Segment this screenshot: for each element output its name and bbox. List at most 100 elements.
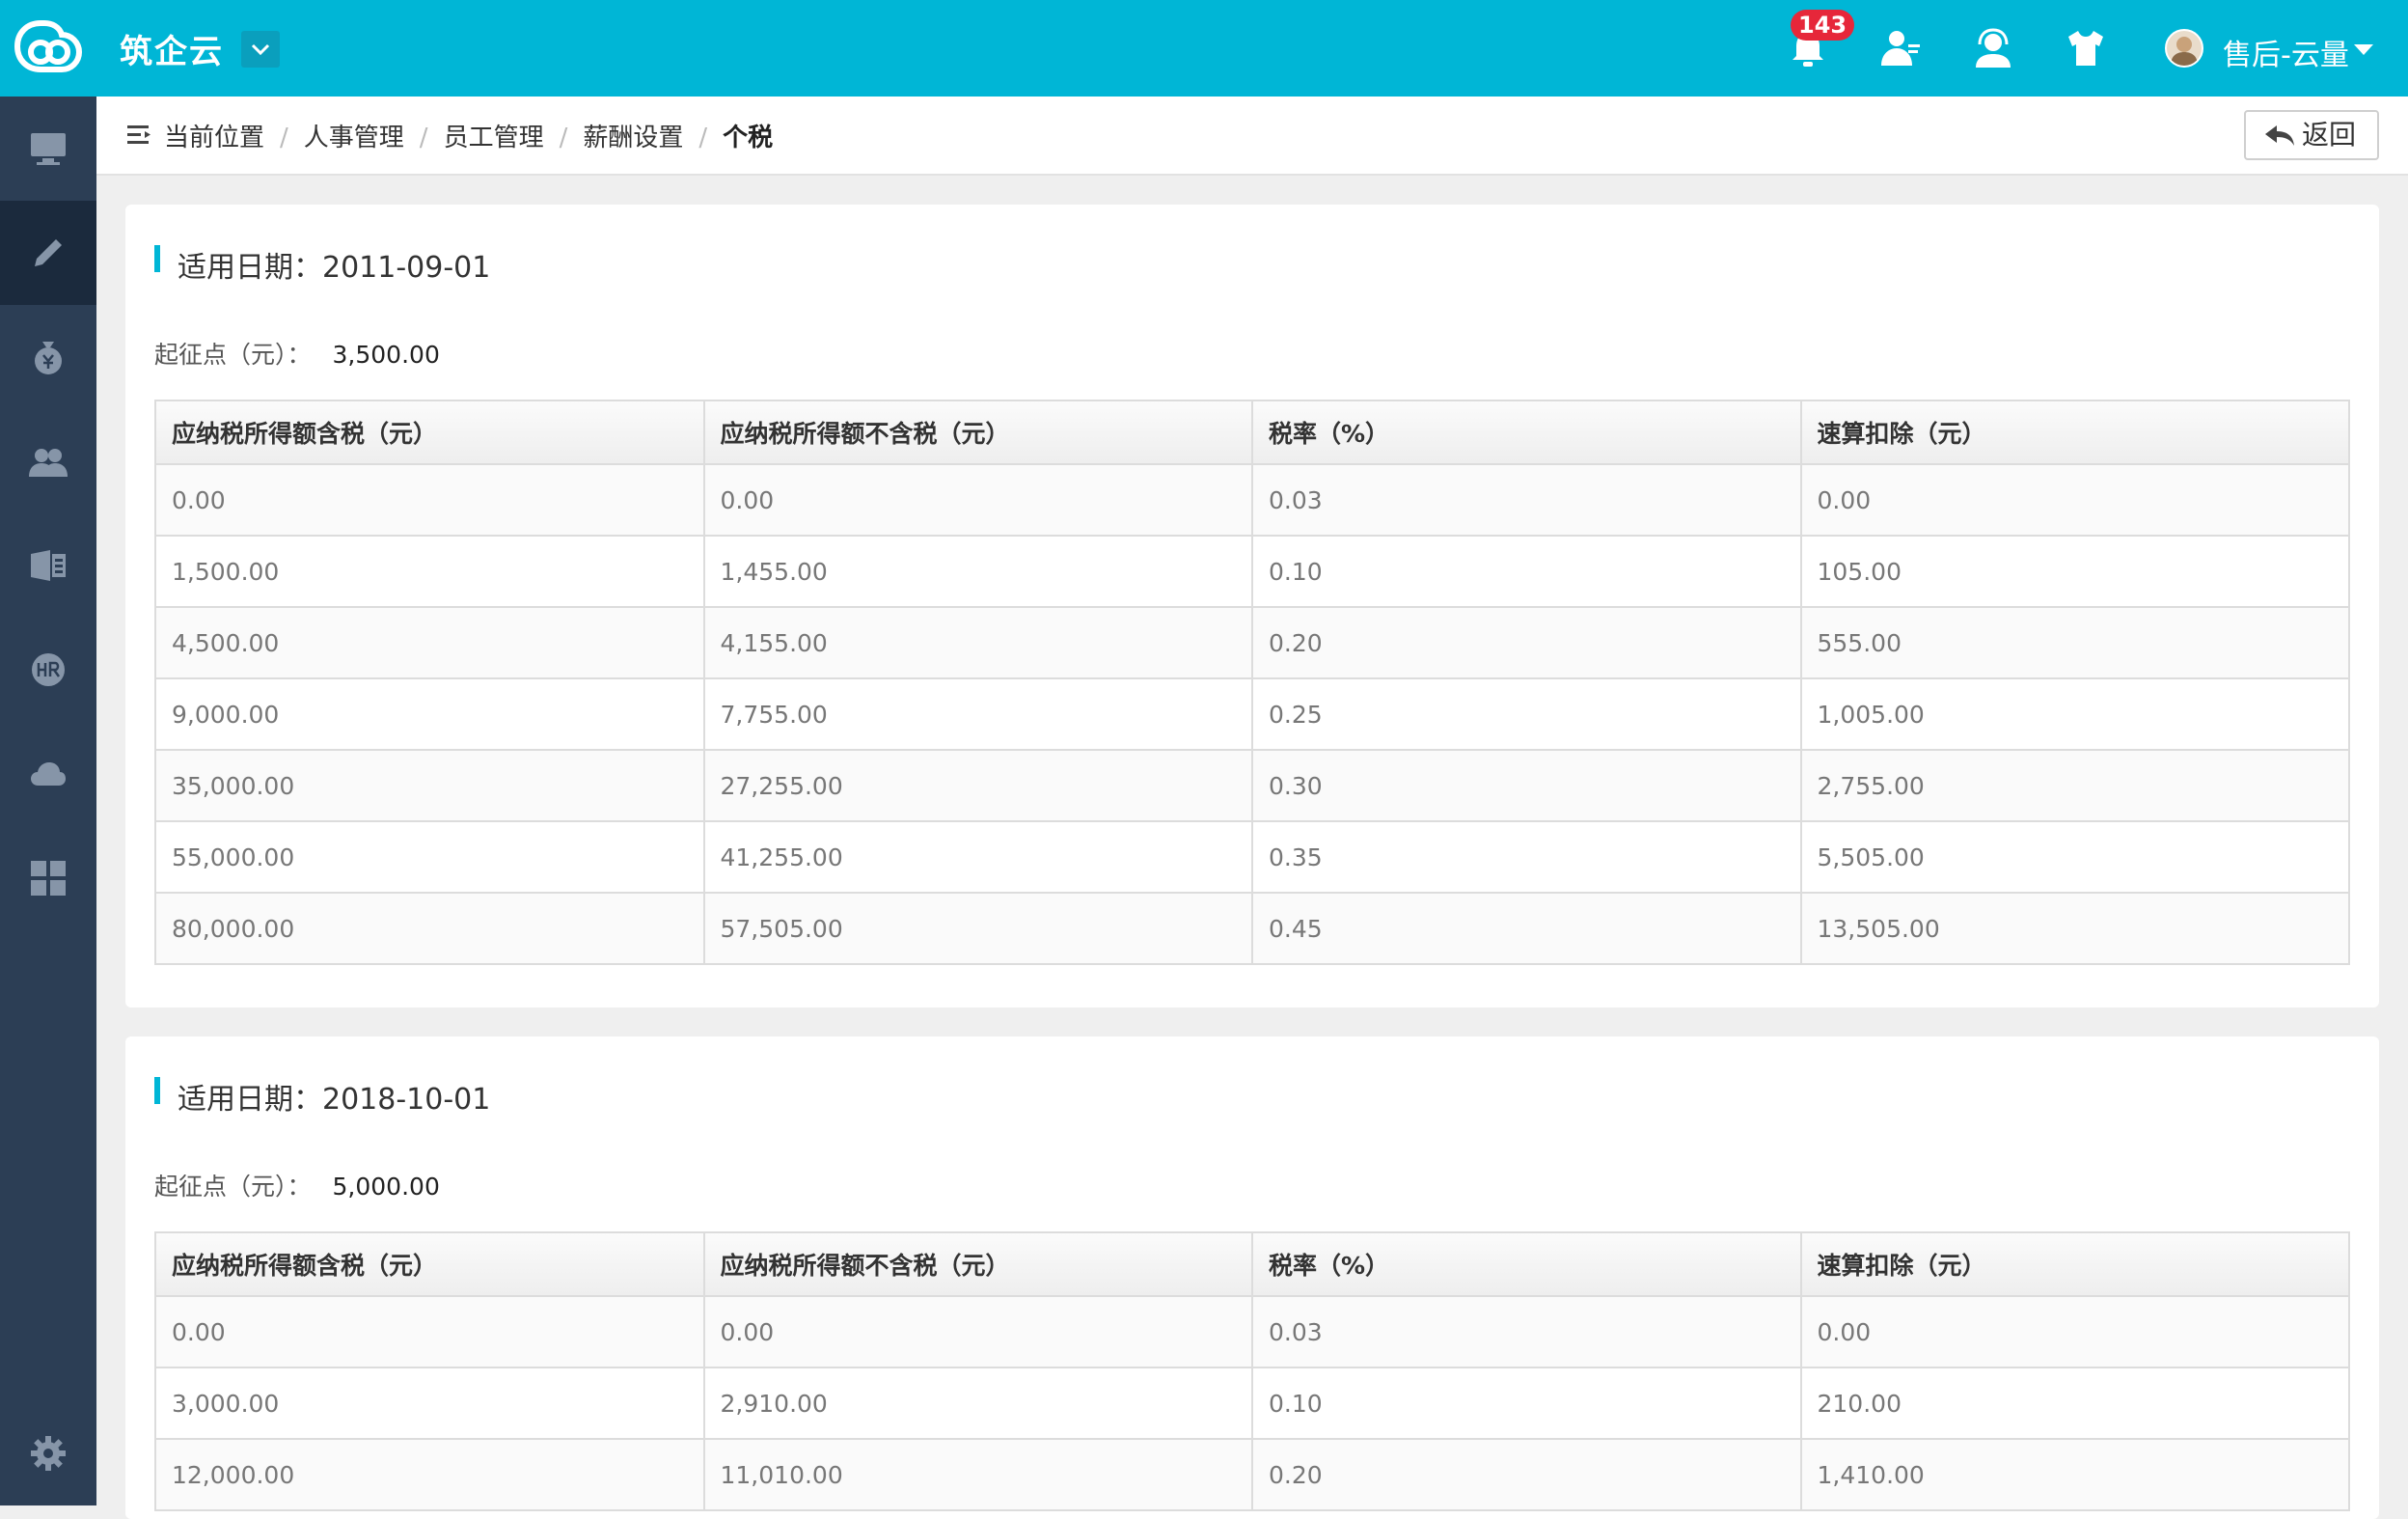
breadcrumb-item-salary-settings[interactable]: 薪酬设置 [583,118,683,153]
chevron-down-icon [251,43,270,56]
table-cell: 1,410.00 [1799,1438,2350,1511]
title-accent-bar [154,1077,160,1104]
title-accent-bar [154,245,160,272]
sidebar-item-salary[interactable] [0,305,96,409]
sidebar-item-hr[interactable] [0,618,96,722]
threshold-value: 3,500.00 [332,341,440,369]
breadcrumb-separator: / [280,124,288,152]
avatar-face-icon [2171,37,2198,66]
tax-panel-1: 适用日期：2011-09-01 起征点（元）： 3,500.00 应纳税所得额含税… [125,205,2379,1008]
breadcrumb-label: 当前位置 [164,124,265,152]
table-cell: 0.45 [1251,892,1802,965]
table-row: 80,000.00 57,505.00 0.45 13,505.00 [154,892,2350,965]
table-cell: 35,000.00 [154,749,705,822]
support-icon[interactable] [1972,27,2014,69]
table-cell: 27,255.00 [702,749,1253,822]
table-cell: 1,005.00 [1799,677,2350,751]
top-bar: 筑企云 143 售后-云量 [0,0,2408,97]
username[interactable]: 售后-云量 [2223,31,2349,73]
table-cell: 0.03 [1251,1295,1802,1368]
table-row: 35,000.00 27,255.00 0.30 2,755.00 [154,749,2350,822]
tax-table: 应纳税所得额含税（元） 应纳税所得额不含税（元） 税率（%） 速算扣除（元） 0… [154,1231,2350,1511]
table-cell: 0.00 [1799,1295,2350,1368]
table-cell: 1,455.00 [702,535,1253,608]
avatar[interactable] [2165,29,2203,68]
table-cell: 0.35 [1251,820,1802,894]
table-cell: 80,000.00 [154,892,705,965]
logo-icon[interactable] [12,15,85,77]
table-cell: 41,255.00 [702,820,1253,894]
breadcrumb: 当前位置 / 人事管理 / 员工管理 / 薪酬设置 / 个税 [164,118,773,153]
table-cell: 0.10 [1251,535,1802,608]
pencil-icon [35,239,62,266]
table-cell: 555.00 [1799,606,2350,679]
breadcrumb-item-hr-management[interactable]: 人事管理 [304,118,404,153]
table-cell: 12,000.00 [154,1438,705,1511]
brand-dropdown-button[interactable] [241,31,280,68]
table-row: 9,000.00 7,755.00 0.25 1,005.00 [154,677,2350,751]
table-cell: 7,755.00 [702,677,1253,751]
sidebar-item-settings[interactable] [0,1401,96,1505]
breadcrumb-separator: / [559,124,568,152]
threshold-label: 起征点（元）： [154,341,312,369]
table-cell: 4,500.00 [154,606,705,679]
table-cell: 0.03 [1251,463,1802,537]
user-card-icon[interactable] [1879,27,1922,69]
panel-title-text: 适用日期：2011-09-01 [178,251,491,285]
table-cell: 1,500.00 [154,535,705,608]
money-bag-icon [35,342,62,374]
table-row: 0.00 0.00 0.03 0.00 [154,1295,2350,1368]
column-header: 速算扣除（元） [1799,1231,2350,1297]
table-cell: 55,000.00 [154,820,705,894]
panel-title-text: 适用日期：2018-10-01 [178,1083,491,1117]
breadcrumb-bar: 当前位置 / 人事管理 / 员工管理 / 薪酬设置 / 个税 返回 [96,97,2408,176]
tax-panel-2: 适用日期：2018-10-01 起征点（元）： 5,000.00 应纳税所得额含税… [125,1036,2379,1519]
column-header: 应纳税所得额不含税（元） [702,400,1253,465]
table-cell: 0.00 [154,463,705,537]
back-button-label: 返回 [2302,119,2357,151]
brand-name: 筑企云 [120,33,224,71]
breadcrumb-separator: / [698,124,708,152]
users-icon [29,449,68,477]
table-cell: 0.00 [1799,463,2350,537]
tax-table: 应纳税所得额含税（元） 应纳税所得额不含税（元） 税率（%） 速算扣除（元） 0… [154,400,2350,965]
column-header: 速算扣除（元） [1799,400,2350,465]
breadcrumb-separator: / [419,124,428,152]
table-cell: 0.25 [1251,677,1802,751]
sidebar-item-dashboard[interactable] [0,97,96,201]
table-cell: 0.10 [1251,1367,1802,1440]
table-row: 4,500.00 4,155.00 0.20 555.00 [154,606,2350,679]
reply-arrow-icon [2265,125,2294,146]
sidebar-item-edit[interactable] [0,201,96,305]
caret-down-icon[interactable] [2354,42,2373,56]
sidebar-item-cloud[interactable] [0,722,96,826]
menu-indent-icon[interactable] [127,124,152,147]
table-header-row: 应纳税所得额含税（元） 应纳税所得额不含税（元） 税率（%） 速算扣除（元） [154,1231,2350,1297]
sidebar-item-apps[interactable] [0,826,96,930]
table-cell: 105.00 [1799,535,2350,608]
threshold-label: 起征点（元）： [154,1173,312,1201]
breadcrumb-item-employee-management[interactable]: 员工管理 [444,118,544,153]
back-button[interactable]: 返回 [2244,110,2379,160]
table-cell: 0.00 [702,1295,1253,1368]
cloud-icon [31,762,66,786]
table-row: 0.00 0.00 0.03 0.00 [154,463,2350,537]
table-row: 3,000.00 2,910.00 0.10 210.00 [154,1367,2350,1440]
shirt-icon[interactable] [2065,27,2107,69]
table-row: 55,000.00 41,255.00 0.35 5,505.00 [154,820,2350,894]
table-cell: 0.20 [1251,606,1802,679]
table-cell: 0.00 [154,1295,705,1368]
table-row: 1,500.00 1,455.00 0.10 105.00 [154,535,2350,608]
table-cell: 2,910.00 [702,1367,1253,1440]
table-cell: 0.30 [1251,749,1802,822]
table-cell: 4,155.00 [702,606,1253,679]
table-cell: 57,505.00 [702,892,1253,965]
table-cell: 13,505.00 [1799,892,2350,965]
table-cell: 0.20 [1251,1438,1802,1511]
table-cell: 5,505.00 [1799,820,2350,894]
sidebar-item-office[interactable] [0,513,96,618]
office-icon [31,550,66,581]
hr-icon [32,653,65,686]
sidebar-item-users[interactable] [0,409,96,513]
settings-icon [31,1436,66,1471]
